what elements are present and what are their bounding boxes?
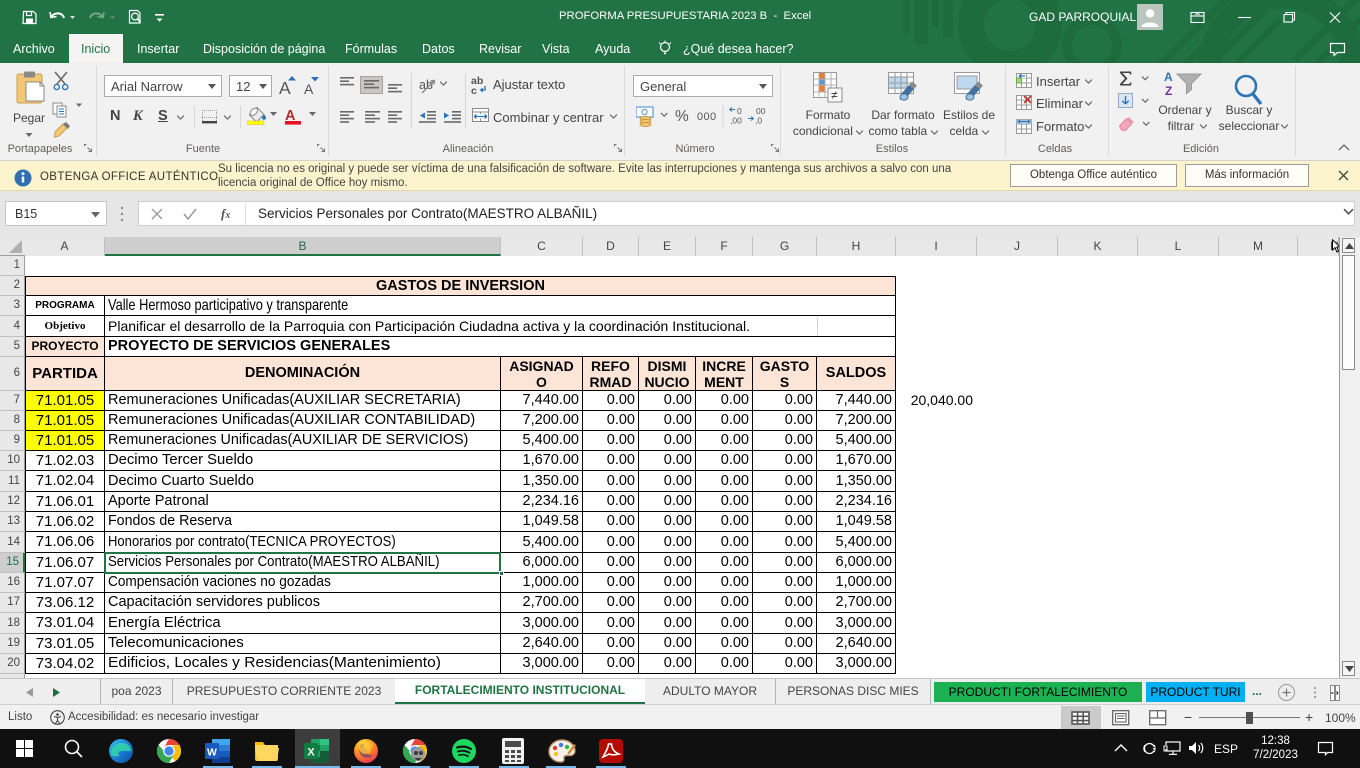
svg-text:,00: ,00 xyxy=(730,116,742,126)
svg-text:c: c xyxy=(471,85,477,95)
svg-text:A: A xyxy=(279,78,291,97)
svg-text:X: X xyxy=(307,747,315,759)
svg-text:A: A xyxy=(304,81,314,97)
svg-text:Pegar: Pegar xyxy=(14,111,45,125)
svg-text:,0: ,0 xyxy=(755,116,762,126)
svg-text:00: 00 xyxy=(756,106,766,116)
svg-text:Z: Z xyxy=(1165,84,1172,98)
svg-text:0: 0 xyxy=(737,106,742,116)
svg-text:≠: ≠ xyxy=(831,88,838,102)
svg-text:W: W xyxy=(207,747,217,759)
svg-text:A: A xyxy=(1164,70,1173,84)
svg-text:%: % xyxy=(675,108,689,125)
svg-text:000: 000 xyxy=(697,111,717,123)
